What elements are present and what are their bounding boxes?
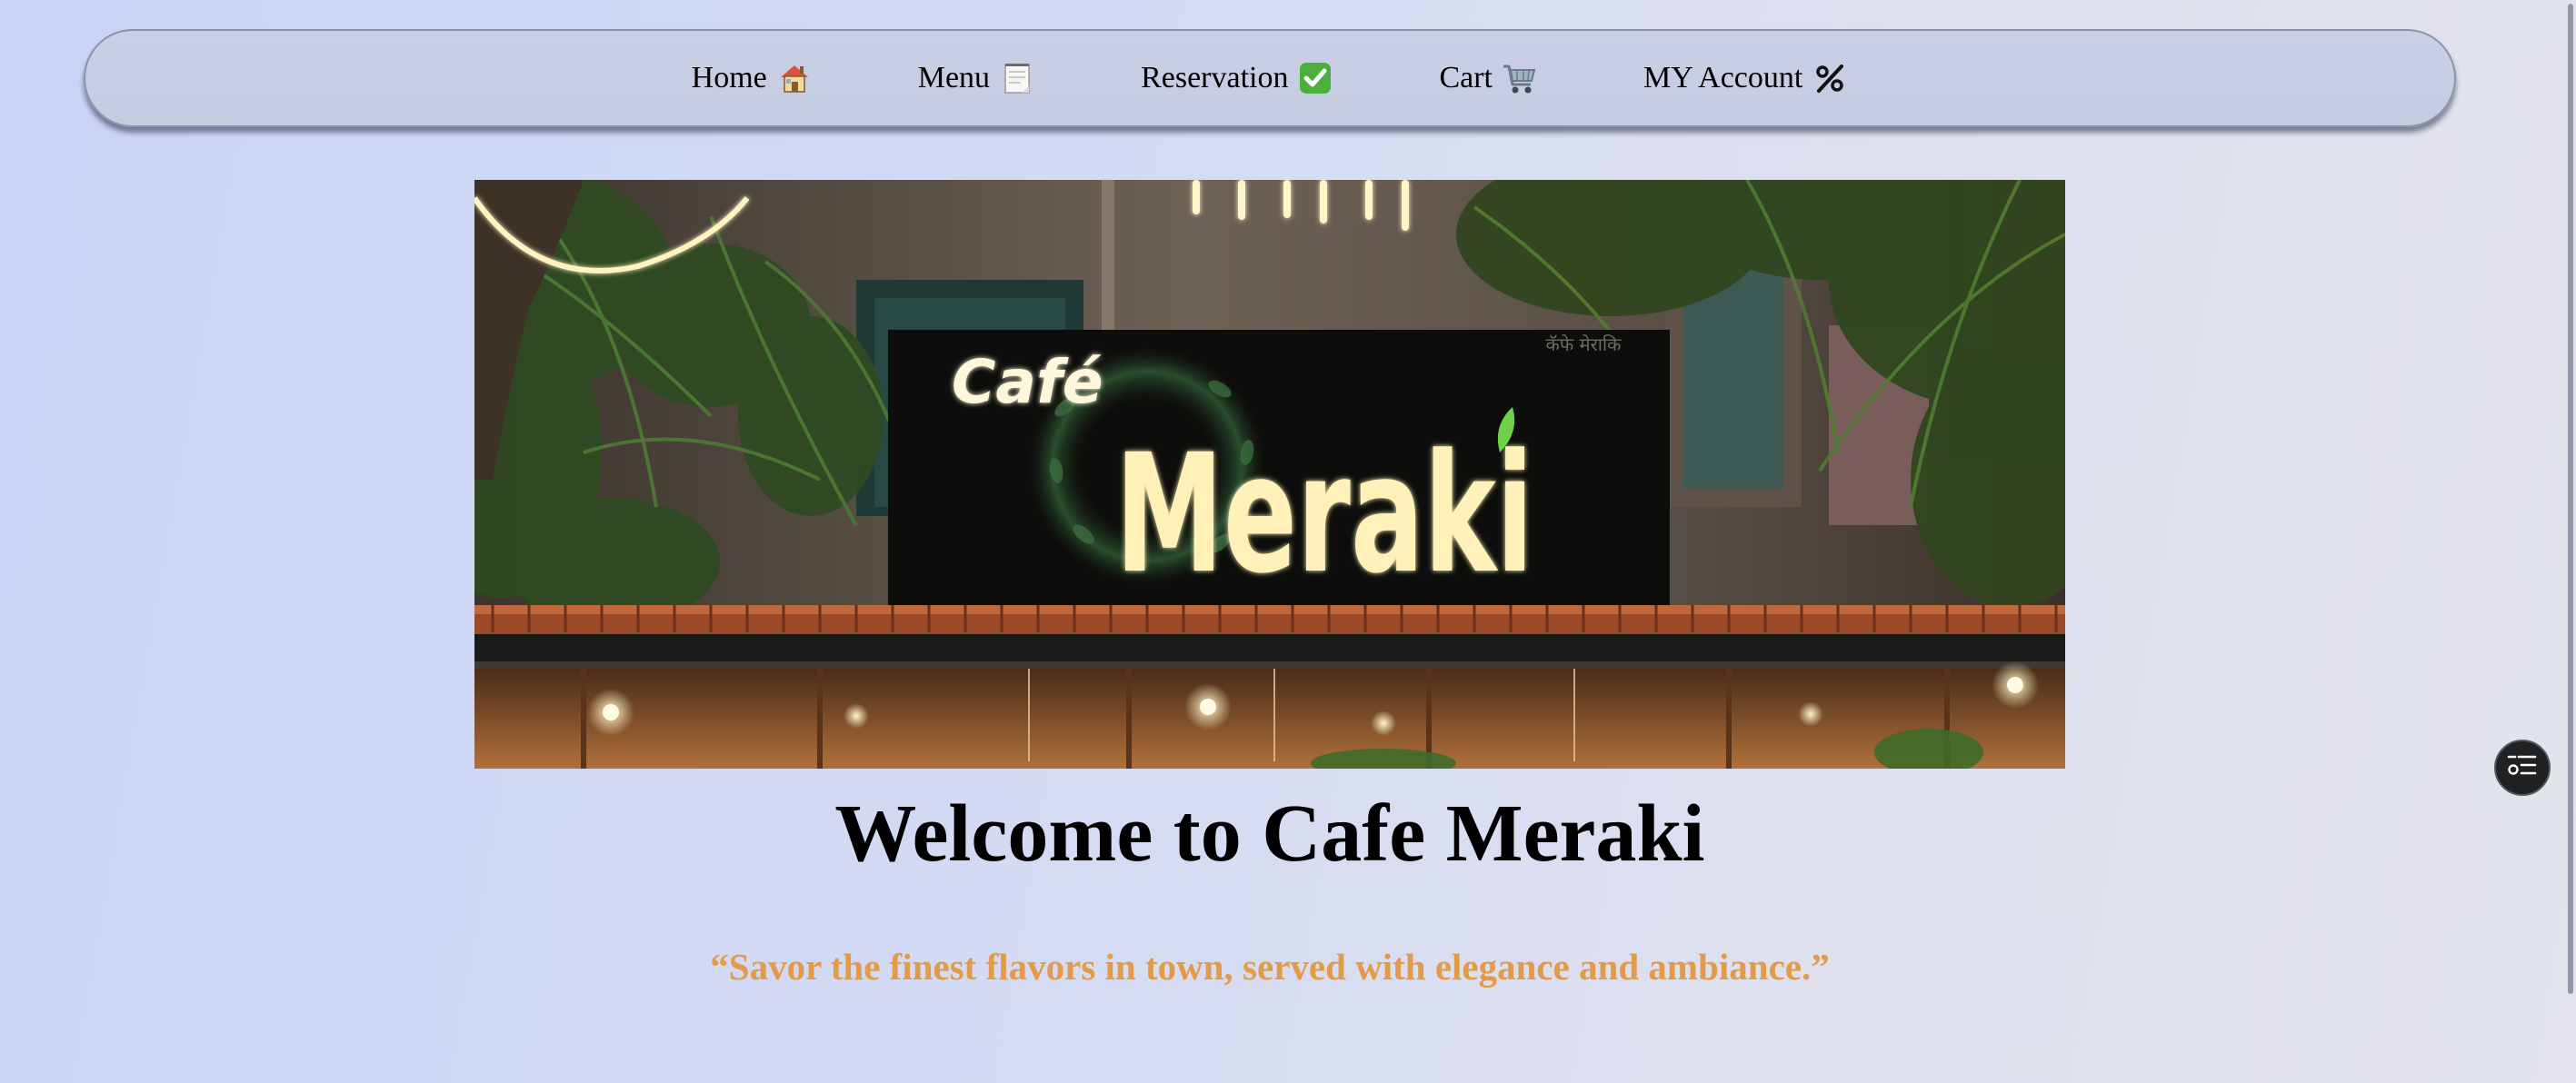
check-mark-icon [1297,60,1333,96]
floating-settings-button[interactable] [2494,740,2551,796]
hero-banner: कॅफे मेराकि Café Meraki [474,180,2065,769]
scrollbar-thumb[interactable] [2568,4,2573,994]
sign-devanagari-text: कॅफे मेराकि [1546,333,1622,355]
sign-cafe-text: Café [952,347,1103,417]
nav-item-home-label: Home [691,61,767,94]
nav-item-cart[interactable]: Cart [1439,60,1538,96]
nav-item-menu[interactable]: Menu [918,60,1035,96]
cafe-storefront-photo: कॅफे मेराकि Café Meraki [474,180,2065,769]
nav-item-reservation-label: Reservation [1141,61,1289,94]
settings-list-icon [2507,754,2538,782]
nav-list: Home Menu Reservation Cart MY Account [85,31,2454,125]
main-navbar: Home Menu Reservation Cart MY Account [84,29,2456,127]
page-title: Welcome to Cafe Meraki [834,789,1705,879]
shopping-cart-icon [1502,60,1538,96]
nav-item-my-account[interactable]: MY Account [1643,60,1848,96]
nav-item-menu-label: Menu [917,61,991,94]
nav-item-reservation[interactable]: Reservation [1141,60,1333,96]
tagline: “Savor the finest flavors in town, serve… [710,946,1830,988]
notepad-icon [999,60,1035,96]
percent-icon [1812,60,1848,96]
sign-meraki-text: Meraki [1115,420,1533,610]
nav-item-my-account-label: MY Account [1643,61,1803,94]
house-icon [776,60,813,96]
nav-item-cart-label: Cart [1439,61,1493,94]
nav-item-home[interactable]: Home [692,60,813,96]
